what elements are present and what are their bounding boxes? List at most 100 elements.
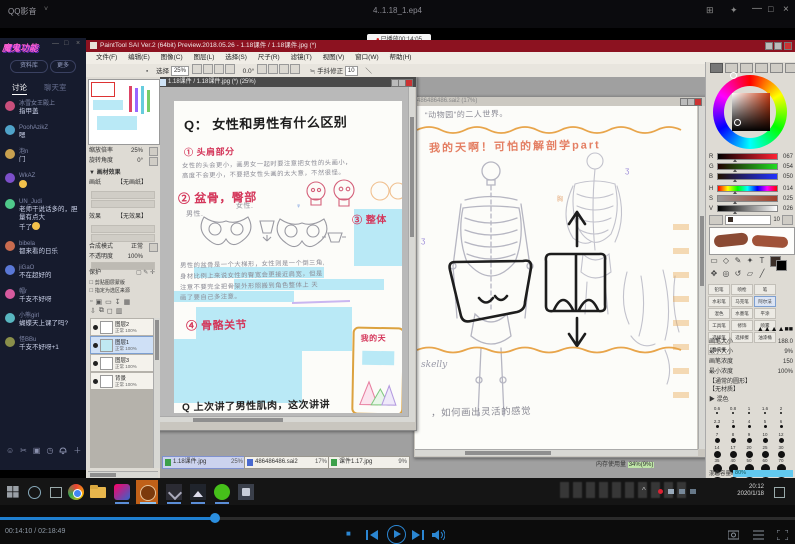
rotate-angle-row: 旋转角度0°: [89, 157, 157, 166]
tray-volume-icon: [679, 489, 685, 494]
slider-green: G054: [709, 162, 793, 171]
density-row: 画笔浓度150: [709, 358, 793, 367]
mask-icon: ◻: [107, 307, 113, 315]
zoom-tool-icon: ◎: [720, 269, 732, 278]
avatar: [5, 337, 15, 347]
saturation-value-square: [732, 93, 770, 131]
rotate-ccw-button: [257, 64, 267, 74]
start-button-icon: [7, 486, 19, 498]
windows-taskbar: ^ 20:122020/1/18: [0, 478, 795, 505]
stop-button[interactable]: ■: [346, 529, 351, 538]
brush-item: 喷枪: [731, 284, 753, 295]
chat-message: 冰雪女王殿上指甲盖: [5, 100, 83, 116]
progress-handle[interactable]: [210, 513, 220, 523]
qq-player-window: QQ影音 ˅ 4..1.18_1.ep4 ⊞ ✦ — □ × ●已播放00:14…: [0, 0, 795, 544]
protect-row: 保护 ▢ ✎ ✛: [89, 269, 157, 278]
slider-saturation: S025: [709, 194, 793, 203]
avatar: [5, 265, 15, 275]
chat-message: jiGaO不在超好的: [5, 264, 83, 280]
section-4: ④ 骨骼关节: [186, 316, 247, 333]
memory-status: 内存使用量 34%(9%): [596, 459, 654, 468]
sai-toolbar: ▪ 选择 25% 0.0° ≒ 手抖修正 10 ＼: [86, 64, 795, 78]
move-tool-icon: ✥: [708, 269, 720, 278]
purple-underline: [292, 300, 350, 304]
pelvis-sketches: [196, 211, 346, 259]
layer-toolbar: ▫▣▭↧▦: [90, 298, 156, 306]
select-label: 选择: [156, 68, 169, 75]
brush-size-preset: 20: [741, 445, 757, 458]
sai-minimize-button: [765, 42, 773, 50]
rotate-tool-icon: ↺: [732, 269, 744, 278]
playlist-icon[interactable]: [753, 530, 764, 540]
zoom-fit-button: [214, 64, 224, 74]
chat-more-button: 更多: [50, 60, 76, 73]
tool-row-1: ▭ ◇ ✎ ✦ T: [708, 256, 788, 268]
play-button[interactable]: [387, 525, 406, 544]
stabilizer-label: 手抖修正: [317, 68, 343, 75]
file-icon: [331, 459, 337, 466]
navigator-view-rect: [91, 82, 115, 97]
mini-mode-icon[interactable]: ⊞: [706, 5, 714, 16]
screenshot-icon[interactable]: [728, 530, 739, 540]
female-label: 女性.: [236, 201, 254, 211]
active-app-indicator: [140, 502, 156, 504]
chat-minimize-icon: —: [52, 40, 59, 47]
open-app-indicator: [115, 502, 129, 504]
layer-row: 图层2正常 100%: [90, 318, 156, 336]
transfer-icon: ↧: [115, 298, 121, 306]
doc2-close: [694, 98, 702, 106]
document-1-canvas: Q： 女性和男性有什么区别 ① 头肩部分 女性的头会更小，画男女一起时要注意把女…: [174, 101, 402, 413]
angle-value: 0.0°: [243, 68, 255, 75]
eye-icon: [93, 361, 98, 366]
chat-library-button: 资料库: [10, 60, 48, 73]
brush-size-preset: 2.3: [709, 419, 725, 432]
swatch-count: 10: [773, 217, 780, 223]
emoji-icon: ☺: [6, 446, 14, 458]
sv-cursor: [734, 119, 741, 126]
photos-app-icon: [190, 484, 206, 500]
section-3: ③ 整体: [352, 211, 387, 227]
brush-size-preset: 6: [773, 419, 789, 432]
mountain-sketch: [355, 371, 400, 408]
chat-input-toolbar: ☺ ✂ ▣ ◷ ＋: [6, 446, 84, 458]
qq-player-taskbar-active: [136, 480, 158, 504]
purple-mark: ʒ: [421, 236, 425, 245]
merge-icon: ⇩: [90, 307, 96, 315]
chat-message: 怪BBu千支不好呀+1: [5, 336, 83, 352]
tray-network-icon: [668, 489, 674, 494]
scissors-icon: ✂: [20, 446, 27, 458]
previous-button[interactable]: [366, 530, 378, 540]
next-button[interactable]: [412, 530, 424, 540]
volume-icon[interactable]: [432, 530, 445, 540]
slider-blue: B050: [709, 172, 793, 181]
layer-row-selected: 图层1正常 100%: [90, 336, 156, 354]
chat-logo: 魔鬼功能: [2, 41, 38, 54]
video-frame[interactable]: ●已播放00:14:05 魔鬼功能 — □ × 资料库 更多 讨论 聊天室 冰雪…: [0, 28, 795, 505]
color-panel-tabs: [710, 63, 795, 73]
settings-icon[interactable]: ✦: [730, 5, 738, 16]
orange-frame: 我的天: [351, 327, 402, 413]
green-app-icon: [214, 484, 230, 500]
menu-layer: 图层(L): [193, 54, 214, 61]
brush-texture-row: 【无材质】: [709, 386, 793, 395]
brush-size-preset: 1: [741, 406, 757, 419]
color-mixer-pad: [709, 227, 795, 255]
close-button[interactable]: ×: [783, 4, 789, 15]
image-icon: ▣: [33, 446, 41, 458]
minimize-button[interactable]: —: [752, 3, 762, 14]
chat-message: bibela都来看的日乐: [5, 240, 83, 256]
fullscreen-icon[interactable]: [777, 530, 788, 540]
maximize-button[interactable]: □: [768, 4, 773, 14]
tray-expand-icon: ^: [642, 486, 646, 495]
progress-track[interactable]: [0, 517, 795, 520]
advanced-settings-row: ▶ 混色: [709, 396, 793, 405]
orange-wavy-line: [415, 124, 697, 134]
document-2-canvas: “动物园”的二人世界。 我的天啊！可怕的解剖学part: [415, 106, 697, 449]
highlight-block: [174, 339, 302, 403]
brush-item: 水彩笔: [708, 296, 730, 307]
eye-icon: [93, 379, 98, 384]
chat-message: 帽r千支不好呀: [5, 288, 83, 304]
paper-row: 画纸【无画纸】: [89, 179, 157, 188]
document-window-1: 1.18课件 / 1.18课件.jpg (*) (25%) Q： 女性和男性有什…: [160, 77, 417, 431]
eye-icon: [93, 343, 98, 348]
